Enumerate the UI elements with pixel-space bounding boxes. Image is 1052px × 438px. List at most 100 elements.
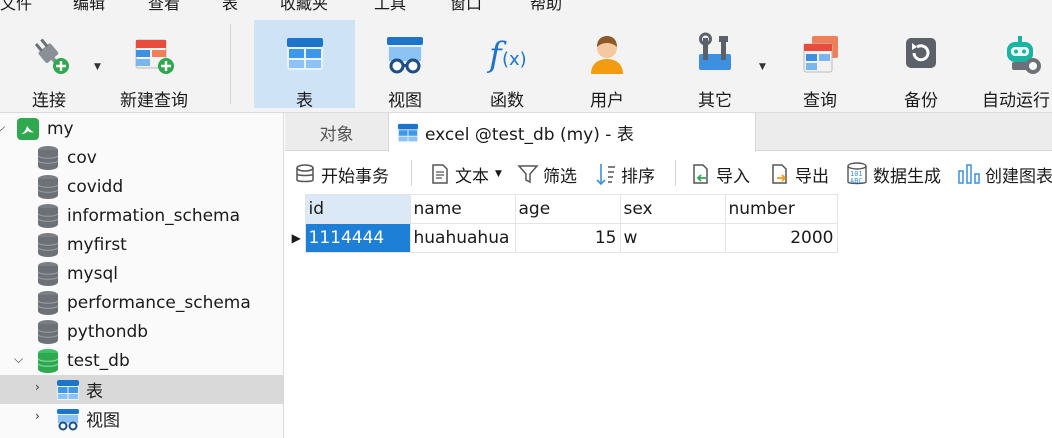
sort-button[interactable]: 排序 <box>595 161 655 187</box>
document-icon <box>432 164 448 184</box>
separator <box>411 160 412 186</box>
others-button[interactable]: 其它 <box>676 20 754 111</box>
tree-item-views[interactable]: › 视图 <box>0 404 284 433</box>
column-header-number[interactable]: number <box>724 194 838 224</box>
table-button[interactable]: 表 <box>254 20 355 111</box>
tree-item-tables[interactable]: › 表 <box>0 375 284 404</box>
import-icon <box>693 164 708 184</box>
table-label: 表 <box>296 91 313 111</box>
user-icon <box>591 36 623 74</box>
tools-icon <box>699 32 731 70</box>
cell-age[interactable]: 15 <box>514 223 621 253</box>
tree-item-label: pythondb <box>67 321 149 342</box>
table-row[interactable]: ▶ 1114444 huahuahua 15 w 2000 <box>288 223 838 253</box>
tree-item-my[interactable]: ⌵ my <box>0 114 284 143</box>
new-query-icon <box>135 39 174 74</box>
table-icon <box>286 38 323 70</box>
tree-item-db[interactable]: myfirst <box>0 230 284 259</box>
tree-item-label: myfirst <box>67 234 127 255</box>
view-icon <box>387 37 423 74</box>
function-icon: f (x) <box>486 35 527 75</box>
tree-item-db[interactable]: cov <box>0 143 284 172</box>
menu-bar: 文件 编辑 查看 表 收藏夹 工具 窗口 帮助 <box>0 0 1052 13</box>
sort-label: 排序 <box>621 166 655 187</box>
export-icon <box>772 164 787 184</box>
tree-item-db-open[interactable]: ⌵ test_db <box>0 346 284 375</box>
current-row-marker-icon: ▶ <box>291 231 301 245</box>
table-icon <box>57 379 79 400</box>
data-grid: id name age sex number ▶ 1114444 huahuah… <box>288 194 838 253</box>
cell-name[interactable]: huahuahua <box>409 223 516 253</box>
connect-dropdown-icon[interactable]: ▼ <box>94 62 101 72</box>
filter-label: 筛选 <box>543 166 577 187</box>
view-button[interactable]: 视图 <box>366 20 444 111</box>
cell-id[interactable]: 1114444 <box>304 223 411 253</box>
connect-button[interactable]: 连接 <box>10 20 88 111</box>
function-button[interactable]: f (x) 函数 <box>468 20 546 111</box>
column-header-name[interactable]: name <box>409 194 516 224</box>
database-icon <box>37 145 59 170</box>
create-chart-label: 创建图表 <box>985 166 1052 187</box>
view-icon <box>57 408 79 430</box>
function-label: 函数 <box>490 91 524 111</box>
filter-icon <box>517 165 539 184</box>
user-button[interactable]: 用户 <box>568 20 646 111</box>
chevron-right-icon[interactable]: › <box>35 380 40 394</box>
query-button[interactable]: 查询 <box>781 20 859 111</box>
backup-label: 备份 <box>904 91 938 111</box>
transaction-icon <box>296 164 314 183</box>
new-query-button[interactable]: 新建查询 <box>112 20 196 111</box>
export-button[interactable]: 导出 <box>769 161 829 187</box>
tree-item-label: cov <box>67 147 97 168</box>
tree-item-label: 表 <box>86 382 103 402</box>
cell-sex[interactable]: w <box>619 223 726 253</box>
tree-item-db[interactable]: covidd <box>0 172 284 201</box>
tree-item-label: mysql <box>67 263 118 284</box>
data-generation-icon: 101 ABC <box>847 162 867 185</box>
table-toolbar: 开始事务 文本 ▼ 筛选 排序 导入 导出 101 ABC 数据生成 创建图表 <box>285 152 1052 194</box>
tree-item-db[interactable]: mysql <box>0 259 284 288</box>
tree-item-db[interactable]: performance_schema <box>0 288 284 317</box>
backup-button[interactable]: 备份 <box>882 20 960 111</box>
text-button[interactable]: 文本 ▼ <box>429 161 502 187</box>
user-label: 用户 <box>590 91 624 111</box>
tab-objects[interactable]: 对象 <box>285 113 388 151</box>
tree-item-db[interactable]: pythondb <box>0 317 284 346</box>
import-button[interactable]: 导入 <box>690 161 750 187</box>
column-header-age[interactable]: age <box>514 194 621 224</box>
auto-run-label: 自动运行 <box>982 91 1050 111</box>
auto-run-button[interactable]: 自动运行 <box>982 20 1052 111</box>
connection-tree: ⌵ my cov covidd information_schema myfir… <box>0 113 284 438</box>
chevron-down-icon[interactable]: ⌵ <box>14 352 23 367</box>
query-label: 查询 <box>803 91 837 111</box>
chevron-right-icon[interactable]: › <box>35 409 40 423</box>
database-icon <box>37 261 59 286</box>
chevron-down-icon[interactable]: ▼ <box>495 169 502 179</box>
database-open-icon <box>37 348 59 373</box>
robot-icon <box>1007 36 1041 74</box>
tree-item-label: performance_schema <box>67 292 251 313</box>
tab-excel-table[interactable]: excel @test_db (my) - 表 <box>388 113 756 152</box>
import-label: 导入 <box>716 166 750 187</box>
tab-bar: 对象 excel @test_db (my) - 表 <box>285 113 1052 152</box>
cell-number[interactable]: 2000 <box>724 223 838 253</box>
others-dropdown-icon[interactable]: ▼ <box>759 62 766 72</box>
create-chart-button[interactable]: 创建图表 <box>957 161 1052 187</box>
chevron-down-icon[interactable]: ⌵ <box>0 120 5 135</box>
svg-text:(x): (x) <box>502 49 527 70</box>
connect-label: 连接 <box>32 91 66 111</box>
tree-item-label: test_db <box>67 350 130 371</box>
filter-button[interactable]: 筛选 <box>517 161 577 187</box>
database-icon <box>37 319 59 344</box>
database-icon <box>37 232 59 257</box>
tree-item-label: 视图 <box>86 411 120 431</box>
database-icon <box>37 290 59 315</box>
begin-transaction-button[interactable]: 开始事务 <box>295 161 389 187</box>
tree-item-label: covidd <box>67 176 124 197</box>
database-icon <box>37 174 59 199</box>
column-header-sex[interactable]: sex <box>619 194 726 224</box>
column-header-id[interactable]: id <box>304 194 411 224</box>
export-label: 导出 <box>795 166 829 187</box>
tree-item-db[interactable]: information_schema <box>0 201 284 230</box>
data-generation-button[interactable]: 101 ABC 数据生成 <box>845 161 941 187</box>
